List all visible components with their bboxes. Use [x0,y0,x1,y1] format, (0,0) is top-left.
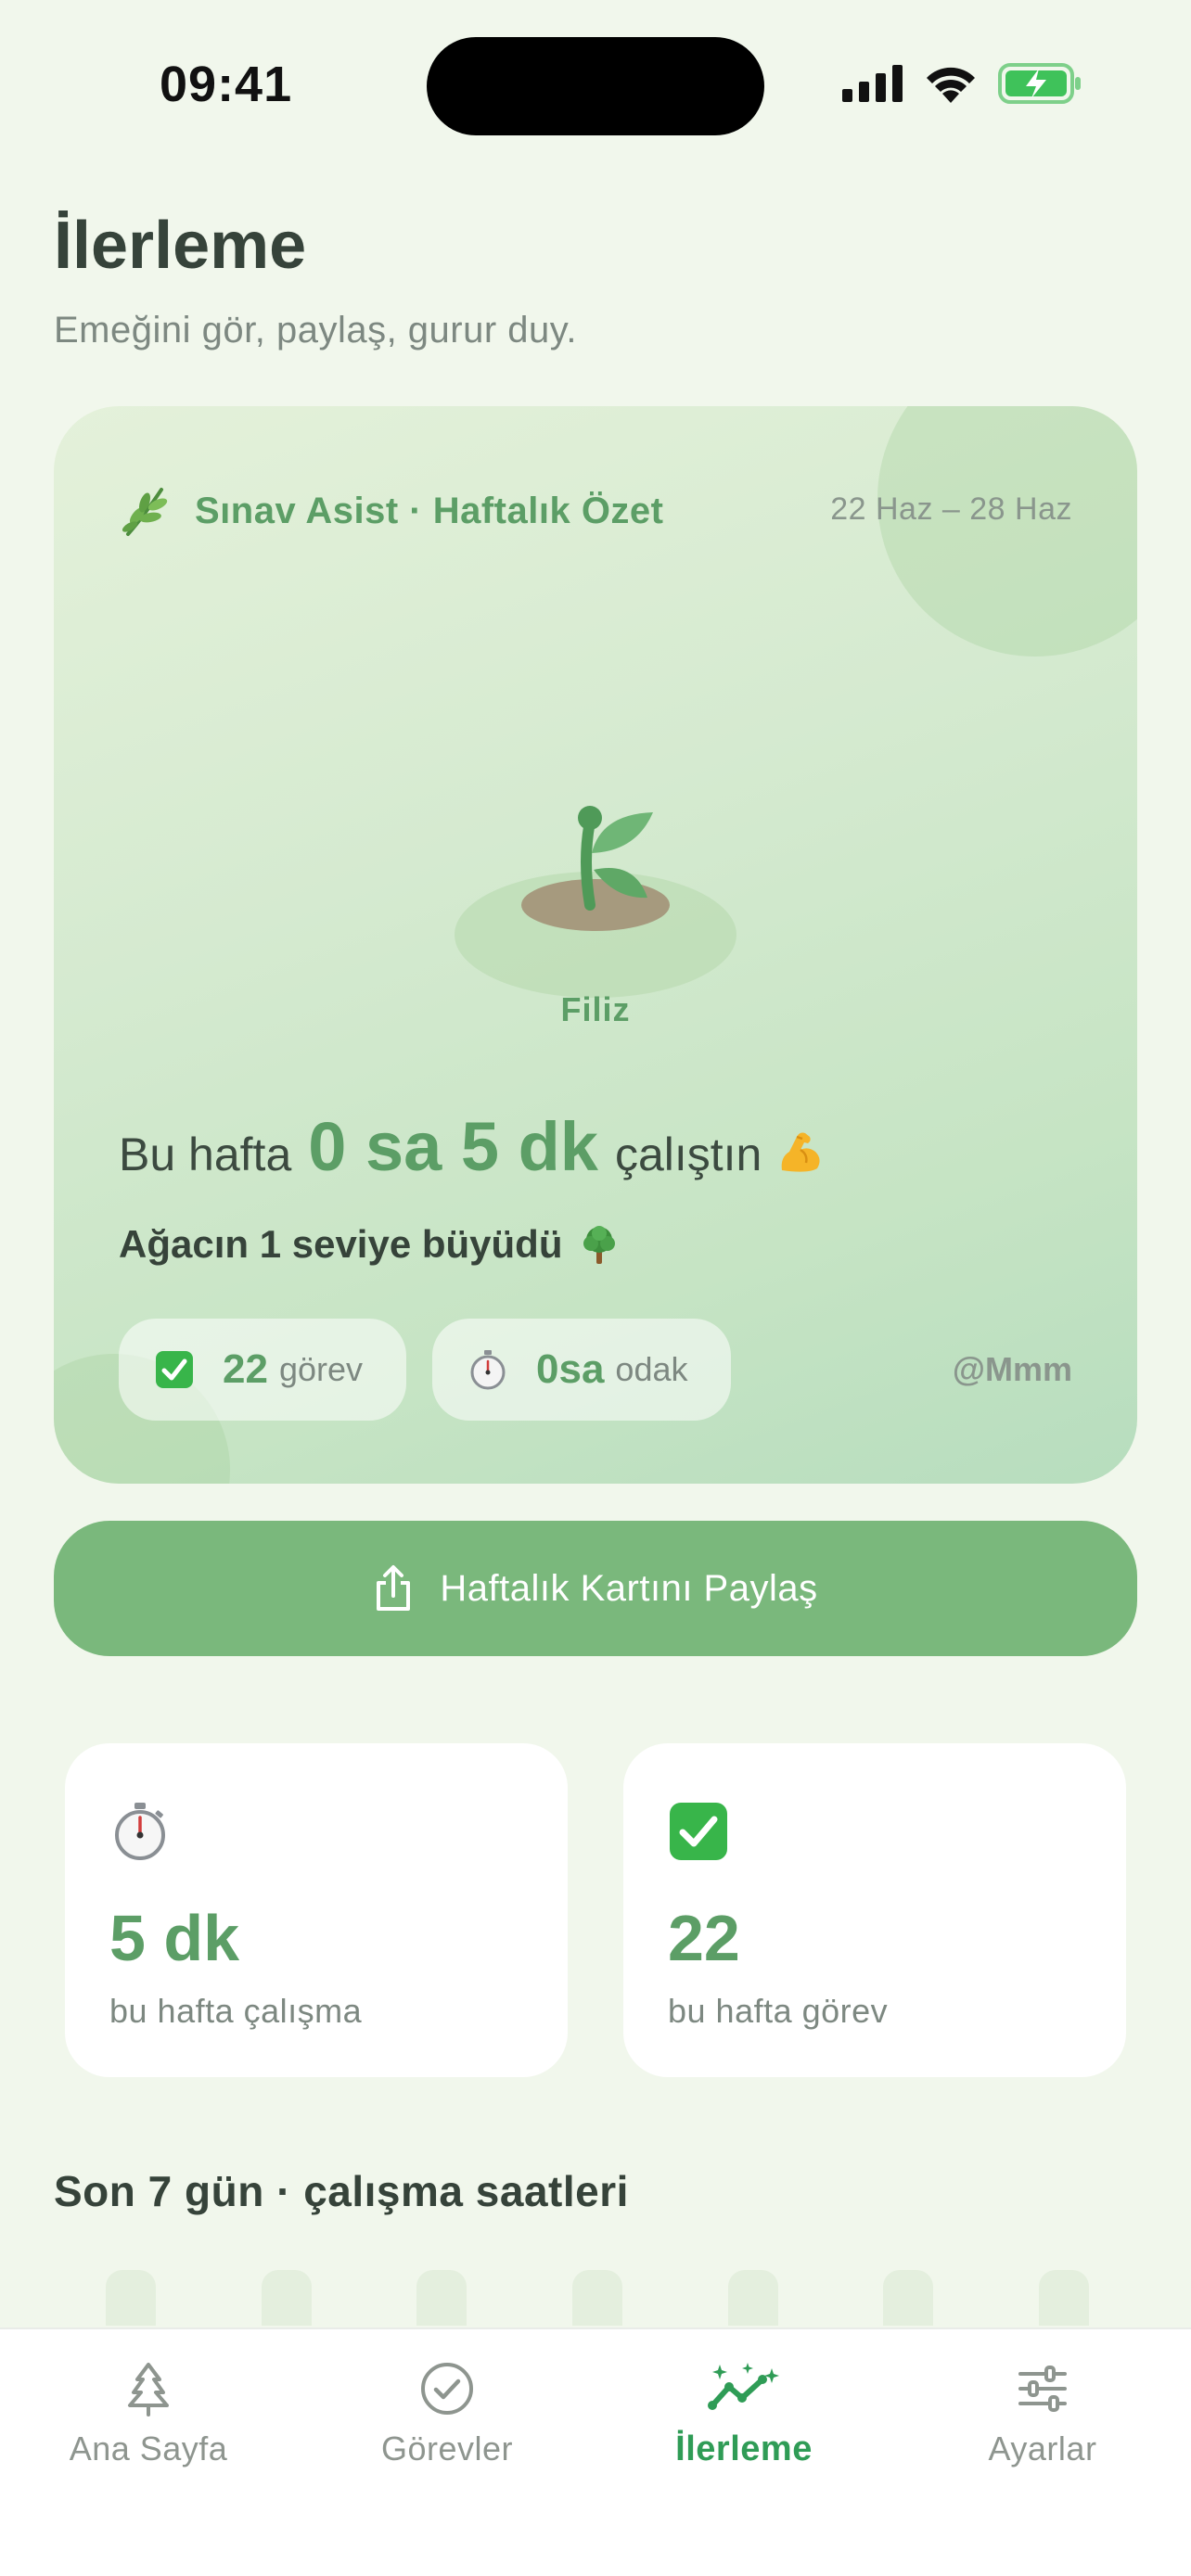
day-bar [883,2270,934,2326]
focus-chip: 0sa odak [432,1319,731,1421]
check-box-icon [156,1351,193,1388]
tab-progress[interactable]: İlerleme [605,2359,883,2469]
card-brand: Sınav Asist · Haftalık Özet [195,490,664,531]
check-circle-icon [421,2363,473,2415]
tab-settings-label: Ayarlar [988,2429,1097,2468]
page-subtitle: Emeğini gör, paylaş, gurur duy. [54,310,577,351]
tab-home-label: Ana Sayfa [69,2429,228,2468]
focus-chip-value: 0sa [536,1346,605,1392]
check-box-icon [670,1803,727,1860]
card-header: Sınav Asist · Haftalık Özet [119,484,664,538]
day-bar [1038,2270,1089,2326]
tab-progress-label: İlerleme [675,2429,813,2468]
share-weekly-card-button[interactable]: Haftalık Kartını Paylaş [54,1521,1137,1656]
tasks-value: 22 [668,1902,740,1974]
status-time: 09:41 [160,57,293,112]
headline-suffix: çalıştın [614,1129,762,1180]
stopwatch-icon [470,1350,506,1390]
growth-message: Ağacın 1 seviye büyüdü [119,1222,621,1267]
decorative-blob [877,406,1137,657]
tasks-chip-unit: görev [278,1350,364,1388]
status-icons [842,63,1082,104]
flexed-biceps-icon [782,1132,820,1172]
growth-text: Ağacın 1 seviye büyüdü [119,1222,563,1266]
share-icon [377,1565,411,1611]
herb-icon [122,488,168,536]
tab-tasks[interactable]: Görevler [308,2359,586,2468]
signal-icon [842,65,903,102]
date-range: 22 Haz – 28 Haz [830,491,1072,527]
weekly-summary-card: Sınav Asist · Haftalık Özet 22 Haz – 28 … [54,406,1137,1484]
study-time-stat-card: 5 dk bu hafta çalışma [65,1743,568,2077]
weekly-headline: Bu hafta 0 sa 5 dk çalıştın [119,1107,826,1186]
headline-prefix: Bu hafta [119,1129,292,1180]
stopwatch-icon [115,1803,165,1860]
focus-chip-unit: odak [615,1350,688,1388]
sprout-illustration [455,806,736,998]
tree-icon [128,2363,169,2417]
plant-level: Filiz [560,990,631,1028]
tasks-stat-card: 22 bu hafta görev [623,1743,1126,2077]
page-title: İlerleme [54,209,307,283]
tasks-chip: 22 görev [119,1319,406,1421]
battery-charging-icon [998,63,1081,104]
day-bar [261,2270,312,2326]
day-bar [727,2270,778,2326]
sliders-icon [1018,2366,1067,2412]
tab-settings[interactable]: Ayarlar [903,2359,1182,2468]
tab-home[interactable]: Ana Sayfa [9,2359,288,2468]
chart-section-title: Son 7 gün · çalışma saatleri [54,2167,629,2215]
tab-bar: Ana Sayfa Görevler İlerleme Ayarlar [0,2327,1191,2576]
day-bar [106,2270,156,2326]
user-handle: @Mmm [952,1350,1072,1388]
tasks-chip-value: 22 [223,1346,268,1392]
headline-value: 0 sa 5 dk [308,1108,598,1185]
tab-tasks-label: Görevler [380,2429,514,2468]
dynamic-island [427,37,764,135]
sparkle-trend-icon [708,2363,779,2410]
status-bar: 09:41 [0,0,1191,167]
daily-bars [106,2270,1089,2326]
deciduous-tree-icon [583,1226,615,1264]
study-time-value: 5 dk [109,1902,240,1974]
study-time-label: bu hafta çalışma [109,1992,363,2030]
day-bar [416,2270,467,2326]
day-bar [571,2270,622,2326]
share-button-label: Haftalık Kartını Paylaş [440,1567,818,1609]
tasks-label: bu hafta görev [668,1992,889,2030]
wifi-icon [927,67,975,103]
